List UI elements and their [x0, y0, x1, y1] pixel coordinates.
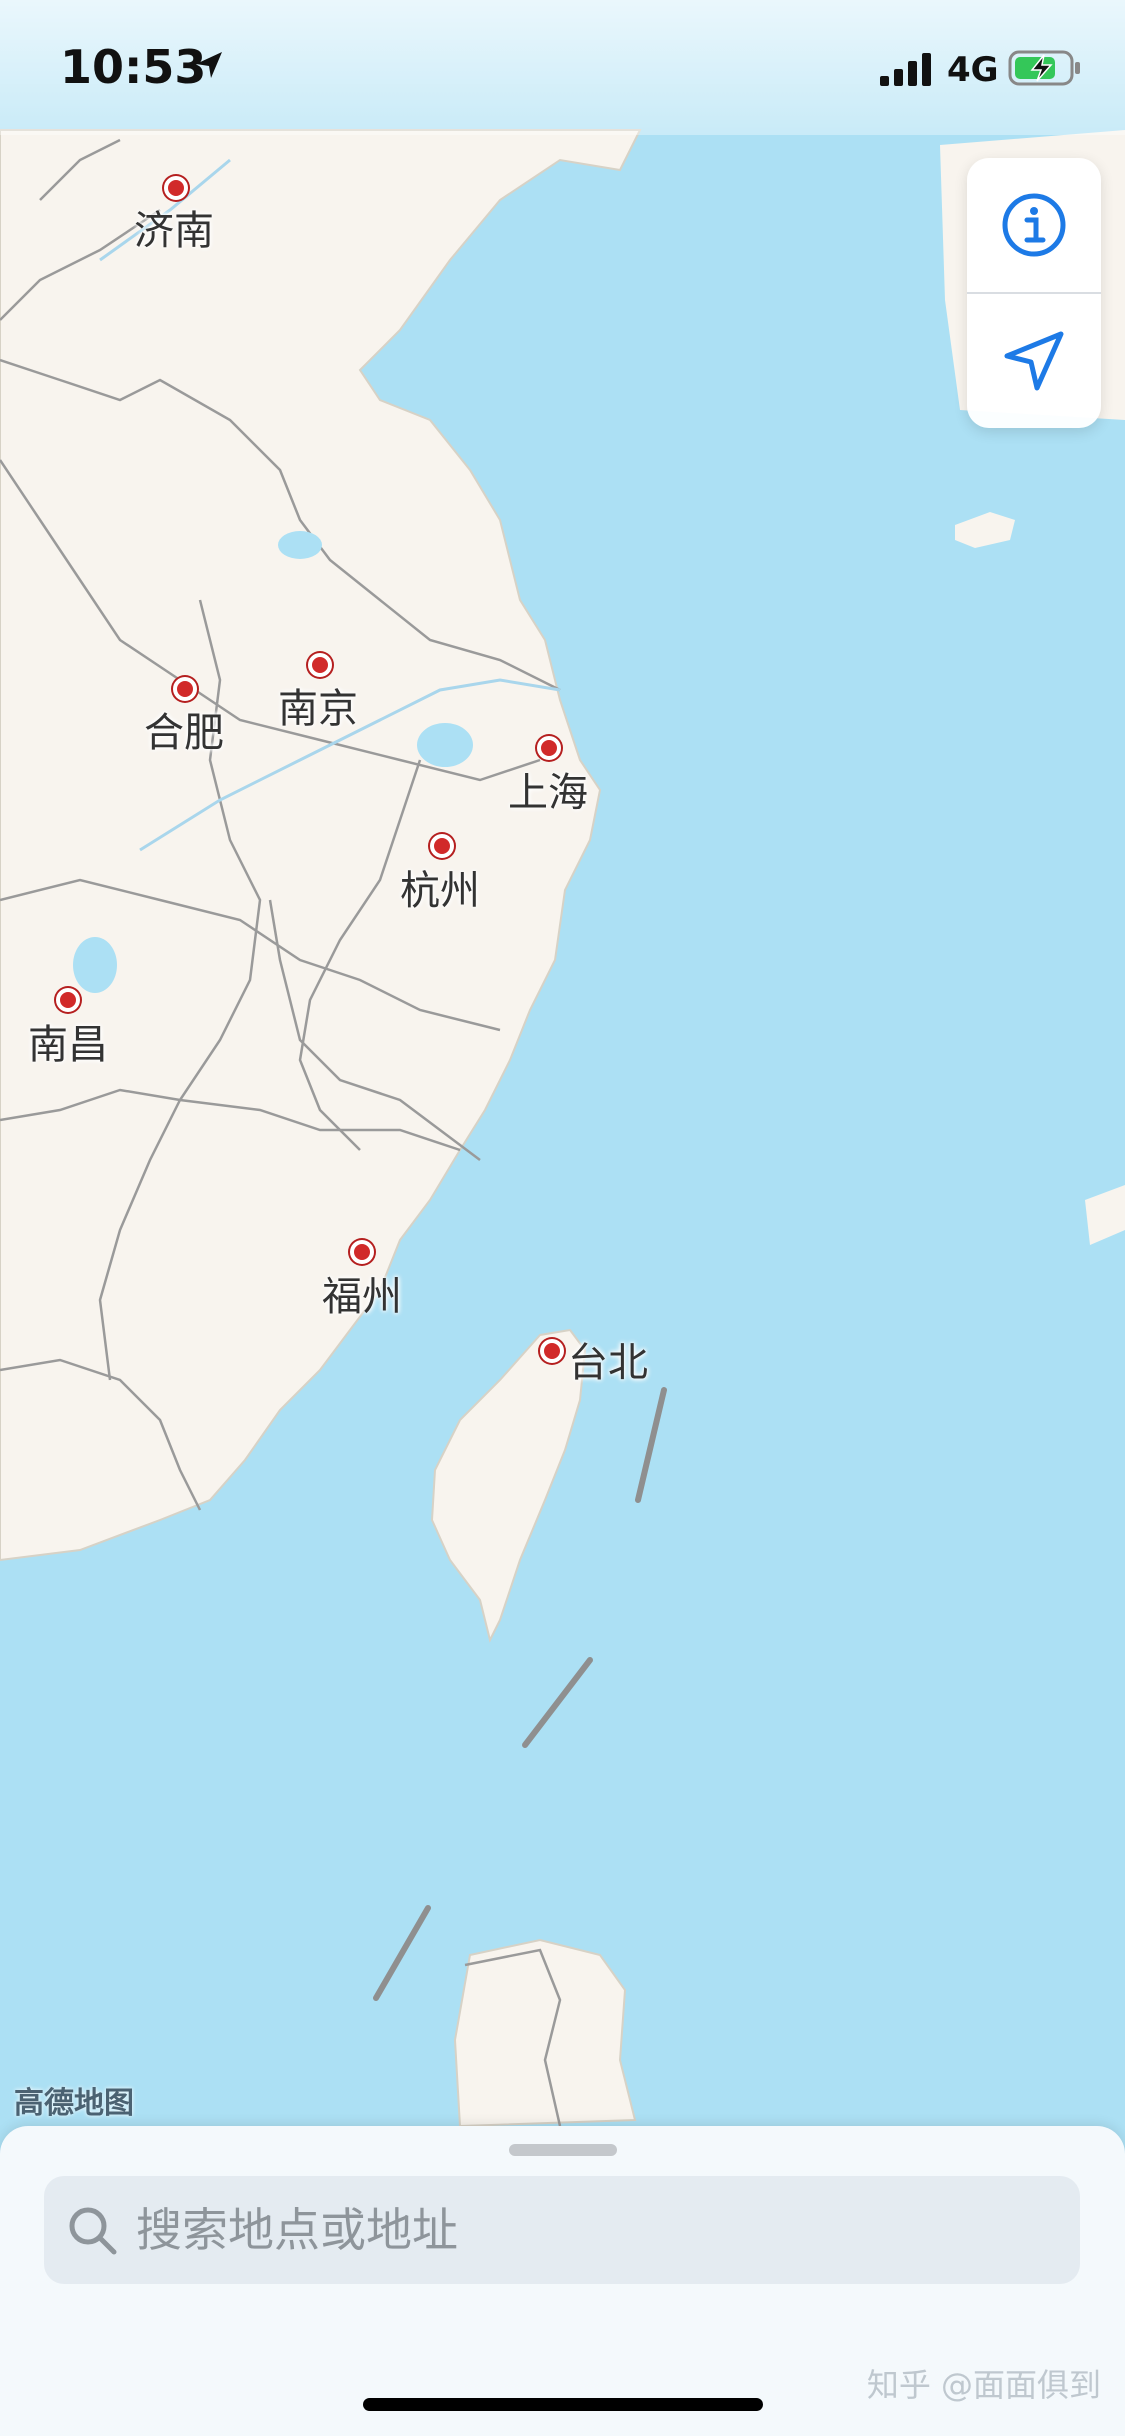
network-type: 4G [947, 50, 999, 90]
city-marker-fuzhou[interactable] [350, 1240, 374, 1264]
city-marker-nanchang[interactable] [56, 988, 80, 1012]
search-bar[interactable] [44, 2176, 1080, 2284]
map-attribution: 高德地图 [14, 2086, 134, 2121]
city-marker-jinan[interactable] [164, 176, 188, 200]
location-arrow-icon [1004, 331, 1064, 391]
battery-charging-icon [1008, 50, 1080, 86]
city-marker-shanghai[interactable] [537, 736, 561, 760]
city-marker-hefei[interactable] [173, 677, 197, 701]
city-label-hefei[interactable]: 合肥 [144, 700, 224, 758]
city-label-hangzhou[interactable]: 杭州 [400, 858, 480, 916]
map-info-button[interactable] [967, 158, 1101, 292]
city-label-fuzhou[interactable]: 福州 [322, 1264, 402, 1322]
status-bar: 10:53 4G [0, 0, 1125, 135]
search-input[interactable] [134, 2202, 1038, 2258]
lake [73, 937, 117, 993]
map-controls [967, 158, 1101, 428]
status-time: 10:53 [60, 40, 207, 94]
city-label-shanghai[interactable]: 上海 [508, 760, 588, 818]
city-marker-nanjing[interactable] [308, 653, 332, 677]
city-label-jinan[interactable]: 济南 [134, 198, 214, 256]
city-marker-taibei[interactable] [540, 1339, 564, 1363]
city-label-nanchang[interactable]: 南昌 [28, 1012, 108, 1070]
cellular-signal-icon [880, 53, 931, 86]
city-marker-hangzhou[interactable] [430, 834, 454, 858]
current-location-button[interactable] [967, 294, 1101, 428]
southern-island [453, 1938, 637, 2128]
city-label-nanjing[interactable]: 南京 [278, 676, 358, 734]
home-indicator[interactable] [363, 2398, 763, 2411]
city-label-taibei[interactable]: 台北 [568, 1330, 648, 1388]
info-icon [1002, 193, 1066, 257]
search-icon [69, 2207, 117, 2255]
sheet-grabber[interactable] [509, 2144, 617, 2156]
location-services-icon [196, 52, 222, 78]
map-canvas[interactable] [0, 0, 1125, 2436]
watermark: 知乎 @面面俱到 [866, 2366, 1101, 2404]
lake [278, 531, 322, 559]
lake [417, 723, 473, 767]
